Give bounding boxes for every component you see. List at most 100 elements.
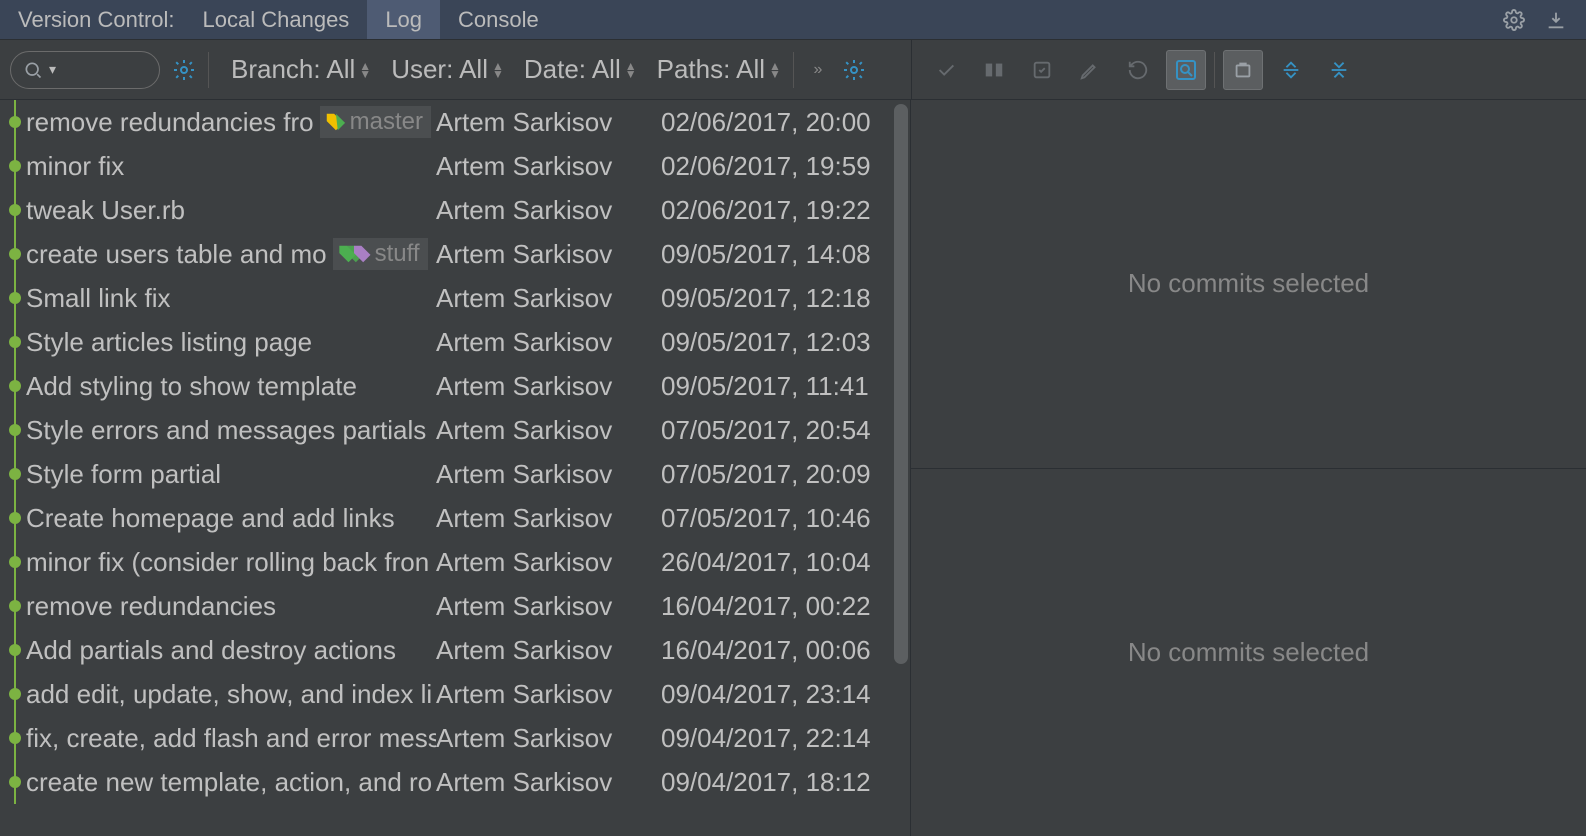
commit-message: minor fix [26, 151, 436, 182]
filter-group: Branch: All▲▼ User: All▲▼ Date: All▲▼ Pa… [221, 54, 781, 85]
panel-title: Version Control: [8, 7, 185, 33]
commit-row[interactable]: minor fix (consider rolling back fronArt… [0, 540, 910, 584]
collapse-all-icon[interactable] [1319, 50, 1359, 90]
commit-row[interactable]: Add styling to show templateArtem Sarkis… [0, 364, 910, 408]
cherry-pick-icon[interactable] [926, 50, 966, 90]
commit-date: 02/06/2017, 20:00 [651, 107, 891, 138]
commit-row[interactable]: Create homepage and add linksArtem Sarki… [0, 496, 910, 540]
filter-branch[interactable]: Branch: All▲▼ [231, 54, 371, 85]
commit-row[interactable]: Style form partialArtem Sarkisov07/05/20… [0, 452, 910, 496]
commit-row[interactable]: tweak User.rbArtem Sarkisov02/06/2017, 1… [0, 188, 910, 232]
commit-author: Artem Sarkisov [436, 195, 651, 226]
commit-message: fix, create, add flash and error mess [26, 723, 436, 754]
commit-row[interactable]: Style errors and messages partialsArtem … [0, 408, 910, 452]
revert-icon[interactable] [1118, 50, 1158, 90]
commit-date: 09/05/2017, 12:18 [651, 283, 891, 314]
commit-row[interactable]: Style articles listing pageArtem Sarkiso… [0, 320, 910, 364]
toolbar-divider [1214, 52, 1215, 88]
commit-date: 02/06/2017, 19:22 [651, 195, 891, 226]
graph-node [4, 408, 26, 452]
commit-author: Artem Sarkisov [436, 503, 651, 534]
commit-row[interactable]: create users table and mostuffArtem Sark… [0, 232, 910, 276]
commit-author: Artem Sarkisov [436, 547, 651, 578]
group-icon[interactable] [1223, 50, 1263, 90]
toolbar-divider [793, 52, 794, 88]
graph-node [4, 100, 26, 144]
expand-more-icon[interactable]: » [806, 58, 830, 82]
commit-message: tweak User.rb [26, 195, 436, 226]
commit-row[interactable]: Add partials and destroy actionsArtem Sa… [0, 628, 910, 672]
commit-date: 02/06/2017, 19:59 [651, 151, 891, 182]
commit-date: 26/04/2017, 10:04 [651, 547, 891, 578]
commit-date: 07/05/2017, 20:09 [651, 459, 891, 490]
commit-message: Add styling to show template [26, 371, 436, 402]
bookmark-icon [324, 111, 346, 133]
graph-node [4, 188, 26, 232]
commit-row[interactable]: Small link fixArtem Sarkisov09/05/2017, … [0, 276, 910, 320]
edit-source-icon[interactable] [1022, 50, 1062, 90]
graph-node [4, 364, 26, 408]
graph-node [4, 452, 26, 496]
graph-node [4, 276, 26, 320]
commit-author: Artem Sarkisov [436, 239, 651, 270]
tab-local-changes[interactable]: Local Changes [185, 0, 368, 39]
commit-row[interactable]: create new template, action, and roArtem… [0, 760, 910, 804]
commit-author: Artem Sarkisov [436, 415, 651, 446]
commit-author: Artem Sarkisov [436, 591, 651, 622]
filter-user[interactable]: User: All▲▼ [391, 54, 504, 85]
commit-message: Add partials and destroy actions [26, 635, 436, 666]
commit-message: Create homepage and add links [26, 503, 436, 534]
commit-row[interactable]: add edit, update, show, and index liArte… [0, 672, 910, 716]
header-bar: Version Control: Local ChangesLogConsole [0, 0, 1586, 40]
commit-message: minor fix (consider rolling back fron [26, 547, 436, 578]
filter-date[interactable]: Date: All▲▼ [524, 54, 637, 85]
settings-gear-icon[interactable] [842, 58, 866, 82]
commit-row[interactable]: remove redundancies fromasterArtem Sarki… [0, 100, 910, 144]
graph-node [4, 144, 26, 188]
commit-message: Style form partial [26, 459, 436, 490]
commit-panel: remove redundancies fromasterArtem Sarki… [0, 100, 910, 836]
commit-date: 09/05/2017, 11:41 [651, 371, 891, 402]
branch-tag[interactable]: master [320, 106, 431, 138]
commit-message: remove redundancies [26, 591, 436, 622]
hide-icon[interactable] [1544, 8, 1568, 32]
graph-node [4, 584, 26, 628]
gear-icon[interactable] [1502, 8, 1526, 32]
search-input[interactable]: ▾ [10, 51, 160, 89]
header-icons [1502, 8, 1578, 32]
detail-message-placeholder: No commits selected [911, 469, 1586, 836]
commit-author: Artem Sarkisov [436, 635, 651, 666]
commit-message: Small link fix [26, 283, 436, 314]
commit-date: 16/04/2017, 00:22 [651, 591, 891, 622]
commit-author: Artem Sarkisov [436, 459, 651, 490]
filter-paths[interactable]: Paths: All▲▼ [657, 54, 781, 85]
search-dropdown-caret[interactable]: ▾ [49, 61, 56, 78]
preview-diff-icon[interactable] [1166, 50, 1206, 90]
branch-tag[interactable]: stuff [333, 238, 428, 270]
commit-author: Artem Sarkisov [436, 723, 651, 754]
commit-message: create users table and mostuff [26, 238, 436, 270]
tab-console[interactable]: Console [440, 0, 557, 39]
tab-log[interactable]: Log [367, 0, 440, 39]
commit-author: Artem Sarkisov [436, 283, 651, 314]
regex-gear-icon[interactable] [172, 58, 196, 82]
commit-date: 07/05/2017, 10:46 [651, 503, 891, 534]
commit-row[interactable]: minor fixArtem Sarkisov02/06/2017, 19:59 [0, 144, 910, 188]
commit-message: create new template, action, and ro [26, 767, 436, 798]
commit-row[interactable]: fix, create, add flash and error messArt… [0, 716, 910, 760]
commit-date: 09/04/2017, 22:14 [651, 723, 891, 754]
commit-list[interactable]: remove redundancies fromasterArtem Sarki… [0, 100, 910, 836]
commit-author: Artem Sarkisov [436, 107, 651, 138]
toolbar-divider [208, 52, 209, 88]
commit-date: 09/04/2017, 23:14 [651, 679, 891, 710]
compare-icon[interactable] [974, 50, 1014, 90]
content-area: remove redundancies fromasterArtem Sarki… [0, 100, 1586, 836]
commit-date: 07/05/2017, 20:54 [651, 415, 891, 446]
expand-all-icon[interactable] [1271, 50, 1311, 90]
commit-author: Artem Sarkisov [436, 151, 651, 182]
scrollbar[interactable] [894, 104, 908, 664]
commit-message: add edit, update, show, and index li [26, 679, 436, 710]
graph-node [4, 760, 26, 804]
commit-row[interactable]: remove redundanciesArtem Sarkisov16/04/2… [0, 584, 910, 628]
edit-icon[interactable] [1070, 50, 1110, 90]
